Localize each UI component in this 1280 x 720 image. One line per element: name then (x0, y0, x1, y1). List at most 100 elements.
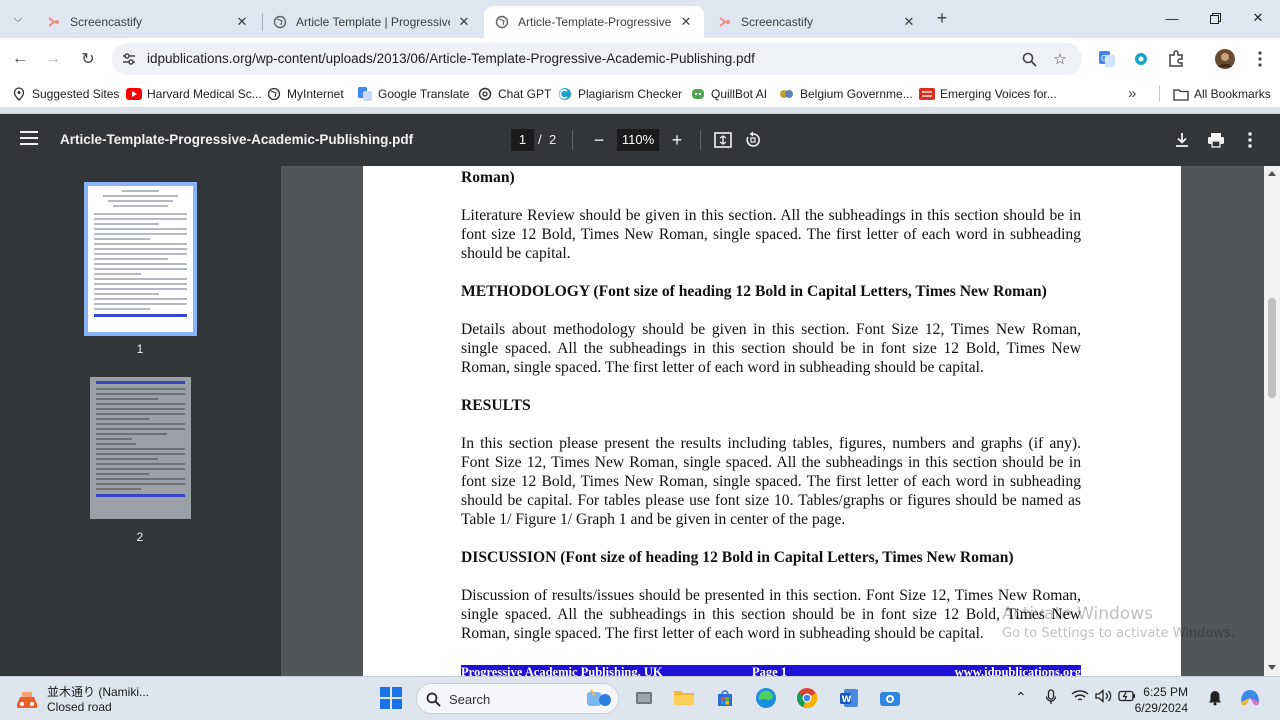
total-pages: 2 (549, 132, 557, 147)
tab-screencastify-2[interactable]: Screencastify ✕ (707, 6, 927, 38)
wifi-icon[interactable] (1071, 689, 1089, 706)
tab-strip: ⌵ Screencastify ✕ Article Template | Pro… (0, 0, 1280, 38)
all-bookmarks-label: All Bookmarks (1194, 87, 1271, 101)
rotate-button[interactable] (741, 128, 765, 152)
doc-heading-methodology: METHODOLOGY (Font size of heading 12 Bol… (461, 283, 1047, 300)
bookmarks-overflow-chevron-icon[interactable]: » (1128, 85, 1136, 102)
tab-search-button[interactable]: ⌵ (6, 7, 30, 31)
chrome-browser-icon[interactable] (794, 685, 820, 711)
zoom-in-button[interactable]: + (665, 128, 689, 152)
reload-button[interactable]: ↻ (75, 46, 101, 72)
bookmark-suggested-sites[interactable]: Suggested Sites (11, 86, 119, 102)
pdf-more-options-icon[interactable] (1238, 128, 1262, 152)
tab-screencastify-1[interactable]: Screencastify ✕ (36, 6, 260, 38)
extensions-puzzle-icon[interactable] (1166, 49, 1186, 69)
microphone-icon[interactable] (1045, 689, 1057, 708)
bookmark-myinternet[interactable]: MyInternet (266, 86, 344, 102)
print-button[interactable] (1204, 128, 1228, 152)
scroll-up-arrow-icon[interactable] (1268, 171, 1276, 176)
vertical-scrollbar[interactable] (1264, 166, 1280, 676)
doc-heading-fragment: Roman) (461, 169, 515, 186)
speaker-icon[interactable] (1095, 689, 1113, 706)
avatar[interactable] (1215, 49, 1235, 69)
bookmark-star-icon[interactable]: ☆ (1051, 50, 1069, 68)
download-button[interactable] (1170, 128, 1194, 152)
scrollbar-thumb[interactable] (1268, 298, 1276, 398)
file-explorer-icon[interactable] (671, 685, 697, 711)
taskbar-search[interactable]: Search (416, 683, 619, 714)
clock-date: 6/29/2024 (1134, 701, 1188, 715)
close-tab-icon[interactable]: ✕ (234, 14, 250, 30)
all-bookmarks-button[interactable]: All Bookmarks (1173, 86, 1271, 102)
zoom-out-button[interactable]: − (587, 128, 611, 152)
word-app-icon[interactable]: W (836, 685, 862, 711)
close-tab-icon[interactable]: ✕ (456, 14, 472, 30)
bookmark-harvard[interactable]: Harvard Medical Sc... (126, 86, 262, 102)
bookmark-label: Emerging Voices for... (940, 87, 1057, 101)
tab-title: Screencastify (741, 15, 814, 29)
fit-to-page-button[interactable] (711, 128, 735, 152)
pdf-page: Roman) Literature Review should be given… (363, 166, 1181, 676)
zoom-level-input[interactable]: 110% (617, 129, 659, 151)
restore-button[interactable] (1193, 0, 1237, 36)
screen-capture-app-icon[interactable] (877, 685, 903, 711)
minimize-icon: — (1165, 10, 1179, 26)
close-window-button[interactable]: ✕ (1236, 0, 1280, 36)
chrome-menu-icon[interactable] (1250, 49, 1270, 69)
globe-icon (494, 14, 510, 30)
chevron-down-icon: ⌵ (13, 12, 23, 25)
scroll-down-arrow-icon[interactable] (1268, 665, 1276, 670)
forward-button[interactable]: → (40, 46, 66, 72)
tab-article-pdf-active[interactable]: Article-Template-Progressive-Academic-Pu… (484, 6, 704, 38)
edge-browser-icon[interactable] (753, 685, 779, 711)
page-thumbnail-1[interactable] (84, 182, 197, 336)
microsoft-store-icon[interactable] (712, 685, 738, 711)
page-thumbnail-2[interactable] (90, 377, 191, 519)
notification-bell-icon[interactable] (1208, 690, 1222, 709)
sidebar-menu-icon[interactable] (20, 131, 38, 147)
google-translate-extension-icon[interactable]: G (1097, 49, 1117, 69)
bookmark-quillbot[interactable]: QuillBot AI (690, 86, 767, 102)
google-translate-icon (357, 86, 373, 102)
pdf-viewer[interactable]: Roman) Literature Review should be given… (281, 166, 1264, 676)
globe-icon (266, 86, 282, 102)
bookmark-chat-gpt[interactable]: Chat GPT (477, 86, 551, 102)
bookmark-google-translate[interactable]: Google Translate (357, 86, 469, 102)
doc-paragraph-methodology: Details about methodology should be give… (461, 321, 1081, 376)
bookmark-belgium-government[interactable]: Belgium Governme... (779, 86, 913, 102)
bookmark-label: Plagiarism Checker (578, 87, 683, 101)
close-tab-icon[interactable]: ✕ (678, 14, 694, 30)
page-number-input[interactable]: 1 (511, 129, 534, 151)
road-closed-icon (17, 692, 37, 708)
thumbnail-label: 2 (136, 530, 144, 544)
weather-widget[interactable]: 並木通り (Namiki... Closed road (14, 683, 149, 714)
restore-icon (1209, 12, 1221, 24)
minimize-button[interactable]: — (1150, 0, 1194, 36)
new-tab-button[interactable]: + (931, 8, 953, 30)
printer-icon (1208, 133, 1224, 148)
copilot-icon[interactable] (1238, 687, 1262, 712)
system-clock[interactable]: 6:25 PM 6/29/2024 (1128, 684, 1188, 716)
bookmark-emerging-voices[interactable]: Emerging Voices for... (919, 86, 1057, 102)
tab-article-template[interactable]: Article Template | Progressive Academic … (262, 6, 482, 38)
zoom-icon[interactable] (1020, 50, 1038, 68)
url-text[interactable]: idpublications.org/wp-content/uploads/20… (147, 51, 755, 66)
weather-subtitle: Closed road (47, 700, 112, 714)
address-bar[interactable]: idpublications.org/wp-content/uploads/20… (112, 43, 1082, 75)
close-tab-icon[interactable]: ✕ (901, 14, 917, 30)
task-view-icon[interactable] (631, 685, 657, 711)
footer-publisher: Progressive Academic Publishing, UK (461, 665, 663, 676)
doc-heading-discussion: DISCUSSION (Font size of heading 12 Bold… (461, 549, 1014, 566)
bookmark-plagiarism-checker[interactable]: Plagiarism Checker (557, 86, 682, 102)
extension-circle-icon[interactable] (1131, 49, 1151, 69)
tab-title: Article-Template-Progressive-Academic-Pu… (518, 15, 672, 29)
thumbnail-sidebar: 1 2 (0, 166, 281, 676)
site-info-icon[interactable] (121, 51, 137, 67)
tray-chevron-up-icon[interactable]: ⌃ (1015, 689, 1027, 706)
windows-start-icon[interactable] (380, 687, 402, 709)
back-button[interactable]: ← (7, 46, 33, 72)
tab-title: Screencastify (70, 15, 143, 29)
arrow-left-icon: ← (12, 50, 28, 67)
search-label: Search (449, 692, 491, 707)
windows-taskbar: 並木通り (Namiki... Closed road Search W ⌃ 6… (0, 676, 1280, 720)
